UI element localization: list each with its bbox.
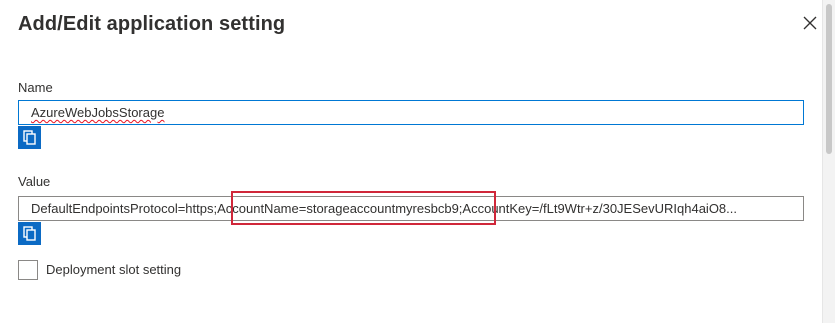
close-icon — [803, 16, 817, 30]
copy-icon — [23, 226, 36, 241]
value-label: Value — [18, 174, 51, 189]
deployment-slot-checkbox[interactable] — [18, 260, 38, 280]
name-value: AzureWebJobsStorage — [31, 105, 165, 120]
vertical-scrollbar[interactable] — [822, 0, 835, 323]
close-button[interactable] — [800, 13, 820, 33]
value-text: DefaultEndpointsProtocol=https;AccountNa… — [31, 201, 737, 216]
value-input[interactable]: DefaultEndpointsProtocol=https;AccountNa… — [18, 196, 804, 221]
name-input[interactable]: AzureWebJobsStorage — [18, 100, 804, 125]
copy-icon — [23, 130, 36, 145]
copy-name-button[interactable] — [18, 126, 41, 149]
deployment-slot-label: Deployment slot setting — [46, 262, 182, 277]
name-label: Name — [18, 80, 53, 95]
edit-app-setting-panel: Add/Edit application setting Name AzureW… — [0, 0, 822, 323]
scrollbar-thumb[interactable] — [826, 4, 832, 154]
copy-value-button[interactable] — [18, 222, 41, 245]
dialog-title: Add/Edit application setting — [18, 13, 286, 35]
